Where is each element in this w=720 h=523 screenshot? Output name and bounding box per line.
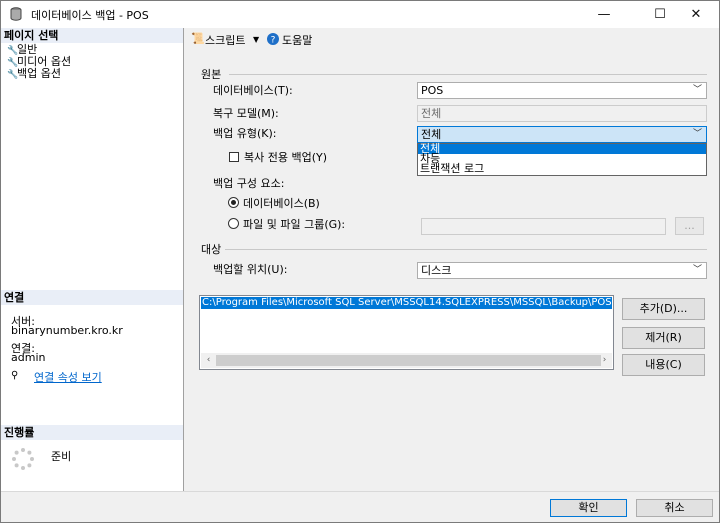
database-radio[interactable] [228, 197, 239, 208]
browse-files-button[interactable]: ... [675, 217, 704, 235]
page-item-backup-options[interactable]: 🔧백업 옵션 [7, 68, 61, 81]
progress-status: 준비 [51, 450, 72, 463]
page-select-header: 페이지 선택 [1, 28, 183, 43]
database-radio-label: 데이터베이스(B) [243, 197, 320, 210]
window-title: 데이터베이스 백업 - POS [31, 9, 149, 22]
horizontal-scrollbar[interactable]: ‹ › [201, 353, 612, 368]
scrollbar-thumb[interactable] [216, 355, 601, 366]
view-connection-properties-link[interactable]: 연결 속성 보기 [34, 369, 102, 385]
script-icon: 📜 [191, 32, 205, 45]
backup-to-label: 백업할 위치(U): [213, 263, 288, 276]
backup-type-option[interactable]: 트랜잭션 로그 [418, 163, 706, 174]
cancel-button[interactable]: 취소 [636, 499, 713, 517]
database-combo[interactable]: POS ﹀ [417, 82, 707, 99]
database-icon [10, 7, 22, 21]
connection-value: admin [11, 351, 46, 364]
general-page: 원본 데이터베이스(T): POS ﹀ 복구 모델(M): 전체 백업 유형(K)… [185, 52, 720, 491]
scroll-left-icon[interactable]: ‹ [201, 353, 216, 368]
server-value: binarynumber.kro.kr [11, 324, 123, 337]
destination-separator [225, 249, 707, 250]
connection-icon: ⚲ [11, 370, 19, 381]
recovery-model-label: 복구 모델(M): [213, 107, 279, 120]
destination-list[interactable]: C:\Program Files\Microsoft SQL Server\MS… [199, 295, 614, 370]
backup-to-combo[interactable]: 디스크 ﹀ [417, 262, 707, 279]
source-section-label: 원본 [201, 68, 222, 81]
minimize-button[interactable]: — [581, 1, 627, 28]
help-icon: ? [267, 33, 279, 45]
contents-button[interactable]: 내용(C) [622, 354, 705, 376]
files-filegroups-label: 파일 및 파일 그룹(G): [243, 218, 346, 231]
connection-header: 연결 [1, 290, 183, 305]
ok-button[interactable]: 확인 [550, 499, 627, 517]
script-button[interactable]: 스크립트 [205, 32, 245, 48]
backup-type-dropdown-list: 전체 차등 트랜잭션 로그 [417, 143, 707, 176]
files-filegroups-field [421, 218, 666, 235]
source-separator [229, 74, 707, 75]
backup-type-combo[interactable]: 전체 ﹀ [417, 126, 707, 143]
progress-header: 진행률 [1, 425, 183, 440]
wrench-icon: 🔧 [7, 70, 19, 80]
copy-only-label: 복사 전용 백업(Y) [244, 151, 328, 164]
remove-destination-button[interactable]: 제거(R) [622, 327, 705, 349]
backup-dialog: 데이터베이스 백업 - POS — ☐ ✕ 페이지 선택 🔧일반 🔧미디어 옵션… [0, 0, 720, 523]
backup-component-label: 백업 구성 요소: [213, 177, 285, 190]
left-pane: 페이지 선택 🔧일반 🔧미디어 옵션 🔧백업 옵션 연결 서버: binaryn… [1, 28, 184, 491]
button-bar: 확인 취소 [1, 491, 719, 522]
destination-section-label: 대상 [201, 243, 222, 256]
toolbar: 📜 스크립트 ▼ ? 도움말 [185, 28, 720, 52]
svg-text:?: ? [271, 36, 276, 46]
help-button[interactable]: 도움말 [282, 32, 312, 48]
progress-spinner-icon [12, 448, 34, 470]
database-label: 데이터베이스(T): [213, 84, 293, 97]
scroll-right-icon[interactable]: › [597, 353, 612, 368]
chevron-down-icon: ﹀ [692, 85, 702, 95]
chevron-down-icon: ﹀ [692, 129, 702, 139]
close-button[interactable]: ✕ [673, 1, 719, 28]
backup-type-option[interactable]: 전체 [418, 143, 706, 154]
recovery-model-field: 전체 [417, 105, 707, 122]
backup-type-label: 백업 유형(K): [213, 127, 277, 140]
add-destination-button[interactable]: 추가(D)... [622, 298, 705, 320]
title-bar: 데이터베이스 백업 - POS — ☐ ✕ [1, 1, 719, 28]
files-filegroups-radio[interactable] [228, 218, 239, 229]
chevron-down-icon: ﹀ [692, 265, 702, 275]
script-dropdown-icon[interactable]: ▼ [253, 35, 259, 44]
destination-path-item[interactable]: C:\Program Files\Microsoft SQL Server\MS… [201, 297, 612, 309]
copy-only-checkbox[interactable] [229, 152, 239, 162]
